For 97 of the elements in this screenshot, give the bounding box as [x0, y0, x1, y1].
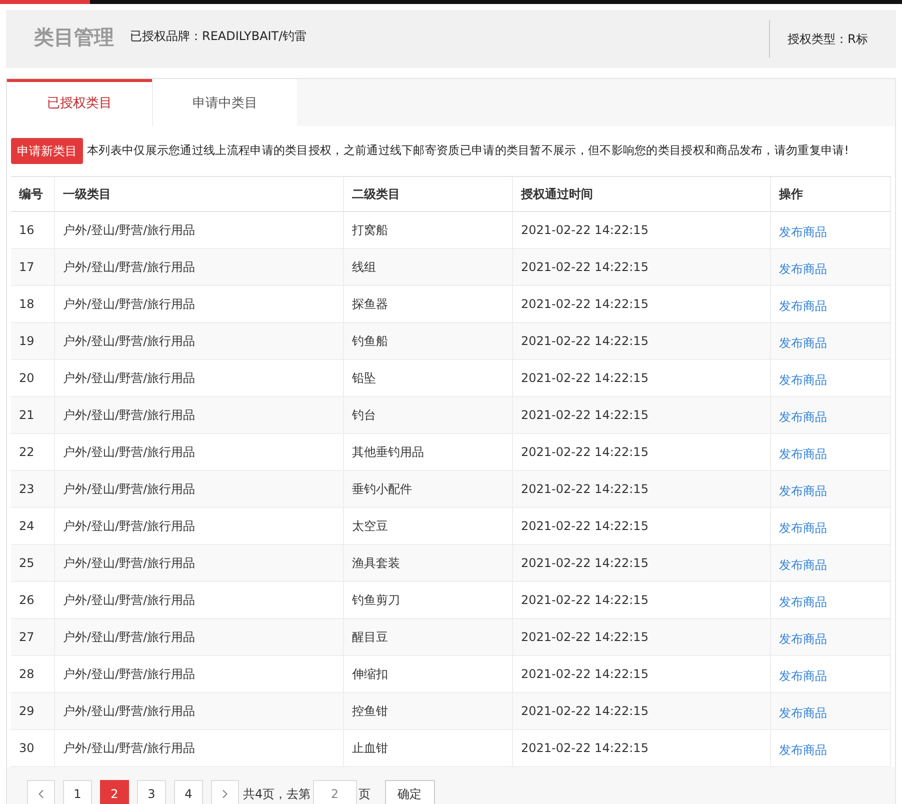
table-cell-text: 户外/登山/野营/旅行用品 [63, 629, 196, 646]
table-cell-text: 28 [19, 666, 34, 683]
table-cell-text: 渔具套装 [352, 555, 400, 572]
column-header: 操作 [779, 186, 803, 203]
page-button[interactable]: 3 [137, 780, 166, 804]
page-button[interactable]: 4 [174, 780, 203, 804]
table-cell-text: 19 [19, 333, 34, 350]
column-header: 授权通过时间 [521, 186, 593, 203]
publish-product-link[interactable]: 发布商品 [779, 294, 827, 314]
table-cell-text: 钓鱼剪刀 [352, 592, 400, 609]
notice-text: 本列表中仅展示您通过线上流程申请的类目授权，之前通过线下邮寄资质已申请的类目暂不展示，但不影响您的类目授权和商品发布，请勿重复申请! [87, 142, 849, 160]
table-cell-text: 户外/登山/野营/旅行用品 [63, 259, 196, 276]
publish-product-link[interactable]: 发布商品 [779, 700, 827, 722]
table-cell-text: 29 [19, 703, 34, 720]
publish-product-link[interactable]: 发布商品 [779, 368, 827, 388]
table-cell-text: 17 [19, 259, 34, 276]
tab[interactable]: 申请中类目 [152, 79, 297, 126]
column-header: 编号 [19, 186, 43, 203]
table-cell-text: 2021-02-22 14:22:15 [521, 629, 648, 646]
table-cell-text: 线组 [352, 259, 376, 276]
table-cell-text: 25 [19, 555, 34, 572]
table-cell-text: 探鱼器 [352, 296, 388, 313]
table-cell-text: 2021-02-22 14:22:15 [521, 703, 648, 720]
table-cell-text: 户外/登山/野营/旅行用品 [63, 481, 196, 498]
confirm-button[interactable]: 确定 [384, 780, 435, 804]
table-cell-text: 2021-02-22 14:22:15 [521, 222, 648, 239]
table-cell-text: 户外/登山/野营/旅行用品 [63, 740, 196, 757]
table-cell-text: 18 [19, 296, 34, 313]
table-cell-text: 22 [19, 444, 34, 461]
table-cell-text: 16 [19, 222, 34, 239]
publish-product-link[interactable]: 发布商品 [779, 442, 827, 462]
table-cell-text: 2021-02-22 14:22:15 [521, 333, 648, 350]
table-cell-text: 户外/登山/野营/旅行用品 [63, 296, 196, 313]
publish-product-link[interactable]: 发布商品 [779, 478, 827, 500]
column-header: 二级类目 [352, 186, 400, 203]
table-cell-text: 户外/登山/野营/旅行用品 [63, 518, 196, 535]
table-cell-text: 2021-02-22 14:22:15 [521, 592, 648, 609]
table-cell-text: 2021-02-22 14:22:15 [521, 481, 648, 498]
publish-product-link[interactable]: 发布商品 [779, 516, 827, 536]
page-suffix-text: 页 [358, 786, 371, 803]
table-cell-text: 户外/登山/野营/旅行用品 [63, 444, 196, 461]
publish-product-link[interactable]: 发布商品 [779, 256, 827, 278]
table-cell-text: 户外/登山/野营/旅行用品 [63, 222, 196, 239]
table-cell-text: 户外/登山/野营/旅行用品 [63, 703, 196, 720]
table-cell-text: 钓鱼船 [352, 333, 388, 350]
table-cell-text: 铅坠 [352, 370, 376, 387]
table-cell-text: 户外/登山/野营/旅行用品 [63, 333, 196, 350]
table-cell-text: 户外/登山/野营/旅行用品 [63, 370, 196, 387]
table-cell-text: 21 [19, 407, 34, 424]
page-button[interactable]: 1 [63, 780, 92, 804]
page-button[interactable]: 2 [100, 780, 129, 804]
publish-product-link[interactable]: 发布商品 [779, 664, 827, 684]
page-title: 类目管理 [34, 24, 114, 51]
table-cell-text: 2021-02-22 14:22:15 [521, 555, 648, 572]
table-cell-text: 控鱼钳 [352, 703, 388, 720]
table-cell-text: 2021-02-22 14:22:15 [521, 518, 648, 535]
publish-product-link[interactable]: 发布商品 [779, 330, 827, 352]
previous-page-button[interactable] [27, 780, 55, 804]
column-header: 一级类目 [63, 186, 111, 203]
table-cell-text: 20 [19, 370, 34, 387]
table-cell-text: 太空豆 [352, 518, 388, 535]
brand-text: 已授权品牌：READILYBAIT/钓雷 [130, 28, 307, 45]
table-cell-text: 2021-02-22 14:22:15 [521, 370, 648, 387]
tab[interactable]: 已授权类目 [7, 79, 152, 126]
publish-product-link[interactable]: 发布商品 [779, 738, 827, 758]
apply-category-button[interactable]: 申请新类目 [11, 138, 83, 164]
next-page-button[interactable] [211, 780, 239, 804]
table-cell-text: 23 [19, 481, 34, 498]
table-cell-text: 户外/登山/野营/旅行用品 [63, 666, 196, 683]
publish-product-link[interactable]: 发布商品 [779, 626, 827, 648]
table-cell-text: 2021-02-22 14:22:15 [521, 259, 648, 276]
table-cell-text: 户外/登山/野营/旅行用品 [63, 555, 196, 572]
table-cell-text: 垂钓小配件 [352, 481, 412, 498]
table-cell-text: 2021-02-22 14:22:15 [521, 444, 648, 461]
table-cell-text: 户外/登山/野营/旅行用品 [63, 592, 196, 609]
table-cell-text: 24 [19, 518, 34, 535]
table-cell-text: 2021-02-22 14:22:15 [521, 740, 648, 757]
publish-product-link[interactable]: 发布商品 [779, 220, 827, 240]
auth-type-text: 授权类型：R标 [788, 31, 868, 48]
table-cell-text: 打窝船 [352, 222, 388, 239]
table-cell-text: 2021-02-22 14:22:15 [521, 407, 648, 424]
table-cell-text: 2021-02-22 14:22:15 [521, 296, 648, 313]
publish-product-link[interactable]: 发布商品 [779, 590, 827, 610]
publish-product-link[interactable]: 发布商品 [779, 552, 827, 574]
table-cell-text: 钓台 [352, 407, 376, 424]
table-cell-text: 止血钳 [352, 740, 388, 757]
publish-product-link[interactable]: 发布商品 [779, 404, 827, 426]
table-cell-text: 其他垂钓用品 [352, 444, 424, 461]
page-input[interactable]: 2 [312, 780, 357, 804]
table-cell-text: 户外/登山/野营/旅行用品 [63, 407, 196, 424]
table-cell-text: 伸缩扣 [352, 666, 388, 683]
table-cell-text: 27 [19, 629, 34, 646]
table-cell-text: 2021-02-22 14:22:15 [521, 666, 648, 683]
table-cell-text: 26 [19, 592, 34, 609]
table-cell-text: 30 [19, 740, 34, 757]
table-cell-text: 醒目豆 [352, 629, 388, 646]
total-pages-text: 共4页，去第 [243, 786, 311, 803]
